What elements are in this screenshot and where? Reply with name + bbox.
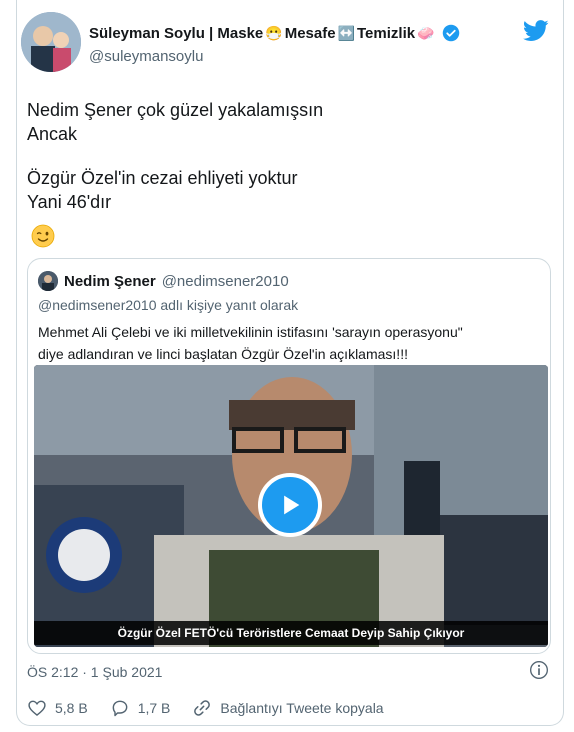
avatar[interactable]	[21, 12, 81, 72]
quoted-text-line: Mehmet Ali Çelebi ve iki milletvekilinin…	[38, 324, 463, 340]
tweet-header: Süleyman Soylu | Maske 😷 Mesafe ↔️ Temiz…	[17, 0, 563, 90]
video-player[interactable]: Özgür Özel FETÖ'cü Teröristlere Cemaat D…	[34, 365, 548, 647]
arrows-emoji: ↔️	[337, 25, 355, 41]
tweet-text: Nedim Şener çok güzel yakalamışsın Ancak…	[27, 98, 323, 214]
quoted-text-line: diye adlandıran ve linci başlatan Özgür …	[38, 346, 408, 362]
info-icon[interactable]	[529, 660, 549, 680]
quoted-tweet[interactable]: Nedim Şener @nedimsener2010 @nedimsener2…	[27, 258, 551, 654]
video-caption: Özgür Özel FETÖ'cü Teröristlere Cemaat D…	[34, 621, 548, 645]
tweet-line: Yani 46'dır	[27, 192, 112, 212]
wink-emoji-icon	[31, 224, 55, 248]
play-button[interactable]	[258, 473, 322, 537]
like-count: 5,8 B	[55, 700, 88, 716]
display-name-part2: Mesafe	[284, 24, 336, 42]
display-name-row[interactable]: Süleyman Soylu | Maske 😷 Mesafe ↔️ Temiz…	[89, 24, 460, 42]
mask-emoji: 😷	[265, 25, 283, 41]
reply-button[interactable]: 1,7 B	[110, 698, 171, 718]
reply-icon	[112, 700, 128, 717]
tweet-line: Ancak	[27, 124, 78, 144]
tweet-line: Özgür Özel'in cezai ehliyeti yoktur	[27, 168, 298, 188]
tweet-line: Nedim Şener çok güzel yakalamışsın	[27, 100, 324, 120]
tweet-timestamp[interactable]: ÖS 2:12 · 1 Şub 2021	[27, 664, 162, 680]
reply-count: 1,7 B	[137, 700, 171, 716]
copy-link-label: Bağlantıyı Tweete kopyala	[220, 700, 384, 716]
soap-emoji: 🧼	[417, 25, 435, 41]
quoted-handle: @nedimsener2010	[161, 272, 289, 290]
display-name-part1: Süleyman Soylu | Maske	[89, 24, 264, 42]
tweet-actions: 5,8 B 1,7 B Bağlantıyı Tweete kopyala	[27, 696, 406, 720]
quoted-header: Nedim Şener @nedimsener2010	[38, 271, 289, 291]
copy-link-button[interactable]: Bağlantıyı Tweete kopyala	[192, 698, 384, 718]
author-handle[interactable]: @suleymansoylu	[89, 48, 203, 65]
quoted-text: Mehmet Ali Çelebi ve iki milletvekilinin…	[38, 321, 538, 365]
display-name-part3: Temizlik	[357, 24, 416, 42]
quoted-display-name: Nedim Şener	[64, 272, 156, 290]
play-icon	[284, 495, 300, 515]
quoted-avatar	[38, 271, 58, 291]
verified-badge-icon	[442, 24, 459, 42]
tweet-card: Süleyman Soylu | Maske 😷 Mesafe ↔️ Temiz…	[16, 0, 564, 726]
like-button[interactable]: 5,8 B	[27, 698, 88, 718]
reply-context: @nedimsener2010 adlı kişiye yanıt olarak	[38, 297, 299, 313]
twitter-bird-icon[interactable]	[523, 20, 549, 42]
heart-icon	[28, 700, 46, 716]
link-icon	[194, 700, 211, 716]
